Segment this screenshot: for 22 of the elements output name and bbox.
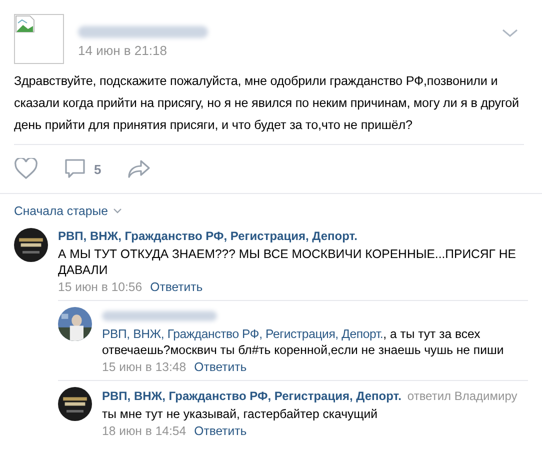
comment-text: А МЫ ТУТ ОТКУДА ЗНАЕМ??? МЫ ВСЕ МОСКВИЧИ КОРЕННЫЕ...ПРИСЯГ НЕ ДАВАЛИ (58, 246, 517, 278)
comment-text: ты мне тут не указывай, гастербайтер скачущий (102, 406, 379, 422)
reply-link[interactable]: Ответить (194, 424, 247, 438)
comment-date: 18 июн в 14:54 (102, 424, 186, 438)
sort-dropdown[interactable]: Сначала старые (14, 204, 122, 218)
reply-link[interactable]: Ответить (150, 280, 203, 294)
reply-link[interactable]: Ответить (194, 360, 247, 374)
comment-icon (64, 158, 86, 180)
share-icon[interactable] (127, 159, 152, 179)
reply-link[interactable]: РВП, ВНЖ, Гражданство РФ, Регистрация, Депорт. (102, 327, 384, 341)
author-link[interactable]: РВП, ВНЖ, Гражданство РФ, Регистрация, Депорт. (58, 229, 358, 243)
comment-text: РВП, ВНЖ, Гражданство РФ, Регистрация, Депорт., а ты тут за всех отвечаешь?москвич ты бл#ть коренной,если не знаешь чушь не пиши (102, 326, 505, 358)
reply-note: ответил Владимиру (407, 388, 518, 402)
post-text: Здравствуйте, подскажите пожалуйста, мне одобрили гражданство РФ,позвонили и сказали когда прийти на присягу, но я не явился по неким причинам, могу ли я в другой день прийти для принятия присяги, и что будет за то,что не пришёл? (14, 73, 520, 134)
comment-date: 15 июн в 10:56 (58, 280, 142, 294)
comment-date: 15 июн в 13:48 (102, 360, 186, 374)
broken-image-icon (14, 14, 64, 64)
chevron-down-icon[interactable] (502, 28, 518, 38)
post-date: 14 июн в 21:18 (78, 43, 168, 58)
caret-icon (112, 208, 122, 214)
author-link[interactable]: РВП, ВНЖ, Гражданство РФ, Регистрация, Депорт. (102, 388, 402, 402)
heart-icon[interactable] (14, 158, 38, 180)
